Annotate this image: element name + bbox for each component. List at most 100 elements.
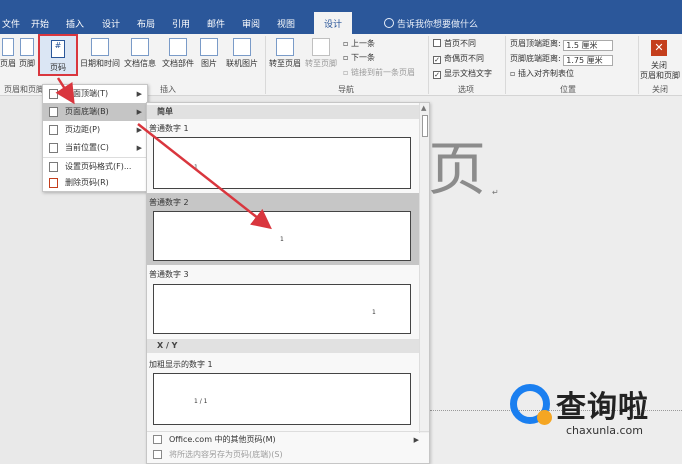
menu-item-label: 页边距(P): [65, 125, 101, 134]
watermark-logo: 查询啦 chaxunla.com: [510, 380, 678, 444]
tab-insert[interactable]: 插入: [66, 17, 84, 30]
page-number-sample: 1: [372, 309, 376, 316]
goto-footer-button[interactable]: 转至页脚: [303, 38, 339, 69]
goto-header-icon: [276, 38, 294, 56]
scroll-thumb[interactable]: [422, 115, 428, 137]
previous-button[interactable]: ▫ 上一条: [343, 38, 375, 49]
insert-align-tab-button[interactable]: ▫ 插入对齐制表位: [510, 68, 574, 79]
header-top-label: 页眉顶端距离:: [510, 39, 561, 48]
group-label-position: 位置: [560, 85, 576, 94]
close-hf-icon[interactable]: ✕: [651, 40, 667, 56]
gallery-scrollbar[interactable]: ▲: [419, 103, 429, 433]
group-label-hf: 页眉和页脚: [4, 85, 44, 94]
scroll-up-icon[interactable]: ▲: [421, 104, 426, 112]
group-label-nav: 导航: [338, 85, 354, 94]
align-tab-icon: ▫: [510, 69, 518, 78]
link-icon: ▫: [343, 68, 351, 77]
footer-label: 页脚: [19, 59, 35, 68]
page-number-sample: 1 / 1: [194, 398, 208, 405]
header-label: 页眉: [0, 59, 16, 68]
save-selection-page-number[interactable]: 将所选内容另存为页码(底端)(S): [147, 447, 429, 463]
docparts-button[interactable]: 文档部件: [159, 38, 197, 69]
page-number-sample: 1: [280, 236, 284, 243]
footer-bottom-input[interactable]: 1.75 厘米: [563, 55, 614, 66]
save-icon: [153, 450, 162, 459]
picture-button[interactable]: 图片: [198, 38, 220, 69]
next-label: 下一条: [350, 53, 375, 62]
diff-odd-even-checkbox[interactable]: ✓ 奇偶页不同: [433, 53, 484, 64]
gallery-item-label: 加粗显示的数字 1: [149, 360, 213, 369]
page-number-button[interactable]: # 页码: [38, 34, 78, 76]
tab-file[interactable]: 文件: [2, 17, 20, 30]
link-previous-button[interactable]: ▫ 链接到前一条页眉: [343, 67, 415, 78]
page-number-menu: 页面顶端(T) ▶ 页面底端(B) ▶ 页边距(P) ▶ 当前位置(C) ▶ 设置页码格…: [42, 84, 148, 192]
menu-item-page-margins[interactable]: 页边距(P) ▶: [43, 121, 147, 139]
tell-me-box[interactable]: 告诉我你想要做什么: [384, 17, 478, 30]
gallery-section-simple: 简单: [147, 105, 419, 119]
header-top-input[interactable]: 1.5 厘米: [563, 40, 614, 51]
watermark-en: chaxunla.com: [566, 424, 643, 437]
header-icon: [2, 38, 14, 56]
tab-design[interactable]: 设计: [102, 17, 120, 30]
menu-item-label: 页面顶端(T): [65, 89, 109, 98]
menu-item-bottom-of-page[interactable]: 页面底端(B) ▶: [43, 103, 147, 121]
menu-item-format-page-numbers[interactable]: 设置页码格式(F)...: [43, 157, 147, 175]
insert-align-tab-label: 插入对齐制表位: [517, 69, 574, 78]
datetime-label: 日期和时间: [80, 59, 120, 68]
chevron-right-icon: ▶: [413, 436, 419, 444]
goto-header-button[interactable]: 转至页眉: [267, 38, 303, 69]
online-picture-label: 联机图片: [226, 59, 258, 68]
tab-references[interactable]: 引用: [172, 17, 190, 30]
tab-mailings[interactable]: 邮件: [207, 17, 225, 30]
page-number-sample: 1: [194, 164, 198, 171]
goto-footer-label: 转至页脚: [305, 59, 337, 68]
menu-item-label: 删除页码(R): [65, 178, 109, 187]
ribbon-separator: [265, 36, 266, 94]
picture-label: 图片: [201, 59, 217, 68]
close-label-2: 页眉和页脚: [640, 71, 680, 80]
group-label-options: 选项: [458, 85, 474, 94]
menu-item-current-position[interactable]: 当前位置(C) ▶: [43, 139, 147, 157]
picture-icon: [200, 38, 218, 56]
page-number-gallery: 简单 普通数字 1 1 普通数字 2 1 普通数字 3 1 X / Y 加粗显示…: [146, 102, 430, 464]
header-button[interactable]: 页眉: [0, 38, 16, 69]
menu-item-top-of-page[interactable]: 页面顶端(T) ▶: [43, 85, 147, 103]
chevron-right-icon: ▶: [136, 126, 142, 134]
page-margin-icon: [49, 125, 58, 135]
goto-header-label: 转至页眉: [269, 59, 301, 68]
word-window: 文件 开始 插入 设计 布局 引用 邮件 审阅 视图 设计 告诉我你想要做什么 …: [0, 0, 682, 464]
footer-button[interactable]: 页脚: [16, 38, 38, 69]
tab-review[interactable]: 审阅: [242, 17, 260, 30]
tab-view[interactable]: 视图: [277, 17, 295, 30]
calendar-icon: [91, 38, 109, 56]
gallery-item-plain-number-2[interactable]: 1: [153, 211, 411, 261]
save-selection-label: 将所选内容另存为页码(底端)(S): [169, 450, 283, 459]
tab-home[interactable]: 开始: [31, 17, 49, 30]
tab-hf-design[interactable]: 设计: [314, 12, 353, 34]
parts-icon: [169, 38, 187, 56]
next-button[interactable]: ▫ 下一条: [343, 52, 375, 63]
checkbox-checked-icon: ✓: [433, 56, 441, 64]
gallery-item-label: 普通数字 2: [149, 198, 189, 207]
link-previous-label: 链接到前一条页眉: [350, 68, 415, 77]
show-doc-text-checkbox[interactable]: ✓ 显示文档文字: [433, 68, 492, 79]
menu-item-remove-page-numbers[interactable]: 删除页码(R): [43, 174, 147, 192]
docinfo-button[interactable]: 文档信息: [121, 38, 159, 69]
title-bar: [0, 0, 682, 12]
menu-item-label: 页面底端(B): [65, 107, 109, 116]
online-picture-button[interactable]: 联机图片: [222, 38, 262, 69]
more-office-page-numbers[interactable]: Office.com 中的其他页码(M) ▶: [147, 431, 429, 447]
gallery-section-xy: X / Y: [147, 339, 419, 353]
checkbox-checked-icon: ✓: [433, 71, 441, 79]
gallery-item-label: 普通数字 1: [149, 124, 189, 133]
gallery-item-plain-number-3[interactable]: 1: [153, 284, 411, 334]
document-text: 页: [428, 135, 487, 203]
gallery-item-plain-number-1[interactable]: 1: [153, 137, 411, 189]
datetime-button[interactable]: 日期和时间: [80, 38, 120, 69]
previous-label: 上一条: [350, 39, 375, 48]
tab-layout[interactable]: 布局: [137, 17, 155, 30]
lightbulb-icon: [384, 18, 394, 28]
diff-first-checkbox[interactable]: 首页不同: [433, 38, 476, 49]
gallery-item-bold-number-1[interactable]: 1 / 1: [153, 373, 411, 425]
docparts-label: 文档部件: [162, 59, 194, 68]
